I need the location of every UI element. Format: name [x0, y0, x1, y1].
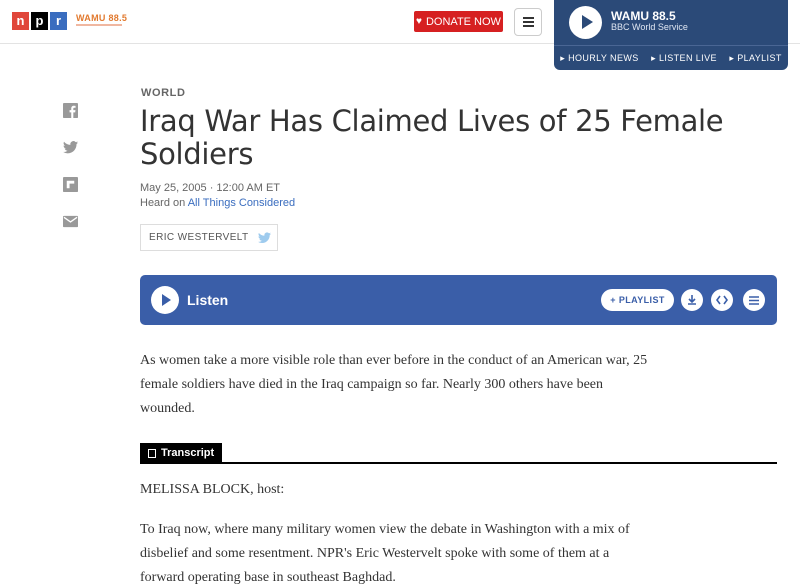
hourly-news-link[interactable]: ▸ HOURLY NEWS	[560, 53, 638, 64]
heart-icon: ♥	[416, 16, 422, 27]
npr-logo-p: p	[31, 12, 48, 30]
player-station: WAMU 88.5	[611, 9, 676, 23]
donate-label: DONATE NOW	[425, 15, 501, 28]
listen-label[interactable]: Listen	[187, 292, 228, 308]
author-byline[interactable]: ERIC WESTERVELT	[140, 224, 278, 251]
station-logo-tagline	[76, 24, 122, 26]
hamburger-icon	[522, 17, 534, 19]
heard-prefix: Heard on	[140, 197, 186, 209]
player-links: ▸ HOURLY NEWS ▸ LISTEN LIVE ▸ PLAYLIST	[554, 45, 788, 70]
live-player: WAMU 88.5 BBC World Service ▸ HOURLY NEW…	[554, 0, 788, 70]
npr-logo-r: r	[50, 12, 67, 30]
audio-player: Listen + PLAYLIST	[140, 275, 777, 325]
play-icon[interactable]	[569, 6, 602, 39]
transcript-heading: Transcript	[140, 443, 223, 463]
email-icon[interactable]	[62, 213, 78, 229]
transcript-icon[interactable]	[743, 289, 765, 311]
author-name: ERIC WESTERVELT	[149, 232, 249, 243]
listen-live-link[interactable]: ▸ LISTEN LIVE	[651, 53, 717, 64]
twitter-icon[interactable]	[62, 139, 78, 155]
donate-button[interactable]: ♥ DONATE NOW	[414, 11, 503, 32]
npr-logo[interactable]: n p r	[12, 12, 67, 30]
program-link[interactable]: All Things Considered	[188, 197, 295, 209]
transcript-label: Transcript	[161, 447, 215, 459]
document-icon	[148, 448, 156, 458]
player-program: BBC World Service	[611, 22, 688, 32]
playlist-link[interactable]: ▸ PLAYLIST	[729, 53, 781, 64]
page-title: Iraq War Has Claimed Lives of 25 Female …	[140, 104, 724, 171]
heard-on: Heard on All Things Considered	[140, 197, 295, 209]
add-to-playlist-button[interactable]: + PLAYLIST	[601, 289, 674, 311]
plus-icon: +	[610, 295, 616, 305]
section-label[interactable]: WORLD	[141, 87, 186, 99]
npr-logo-n: n	[12, 12, 29, 30]
dateline: May 25, 2005 · 12:00 AM ET	[140, 182, 281, 194]
playlist-label: PLAYLIST	[618, 295, 665, 305]
embed-icon[interactable]	[711, 289, 733, 311]
flipboard-icon[interactable]	[62, 176, 78, 192]
article-summary: As women take a more visible role than e…	[140, 353, 648, 416]
facebook-icon[interactable]	[62, 102, 78, 118]
play-icon[interactable]	[151, 286, 179, 314]
divider	[140, 462, 777, 464]
download-icon[interactable]	[681, 289, 703, 311]
transcript-paragraph: To Iraq now, where many military women v…	[140, 522, 630, 585]
twitter-icon[interactable]	[258, 232, 271, 244]
station-logo[interactable]: WAMU 88.5	[76, 13, 127, 23]
menu-button[interactable]	[514, 8, 542, 36]
speaker-line: MELISSA BLOCK, host:	[140, 482, 285, 497]
share-tools	[62, 102, 78, 229]
